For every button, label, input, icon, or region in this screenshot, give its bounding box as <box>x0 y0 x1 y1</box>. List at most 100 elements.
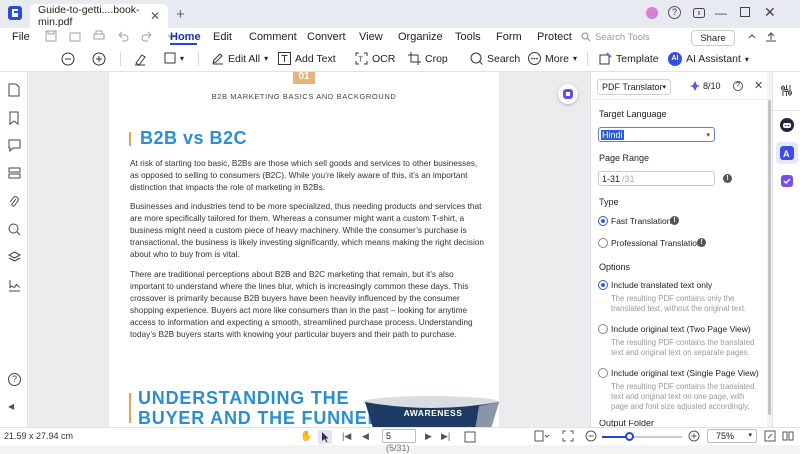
maximize-icon[interactable] <box>740 7 750 17</box>
checklist-icon[interactable] <box>780 174 794 188</box>
previous-page-icon[interactable]: ◀ <box>362 431 369 442</box>
full-screen-icon[interactable] <box>764 430 776 442</box>
page-number-input[interactable]: 5 (5/31) <box>382 429 416 453</box>
scrollbar-thumb[interactable] <box>768 100 771 415</box>
ai-assistant-button[interactable]: AI AI Assistant ▾ <box>668 52 749 66</box>
search-icon[interactable] <box>8 223 21 236</box>
section-heading-line-1: UNDERSTANDING THE <box>138 388 350 408</box>
properties-icon[interactable] <box>780 84 793 97</box>
menu-form[interactable]: Form <box>496 31 522 43</box>
option-description: The resulting PDF contains the translate… <box>611 338 755 357</box>
hand-tool-icon[interactable]: ✋ <box>300 431 312 442</box>
menu-protect[interactable]: Protect <box>537 31 572 43</box>
help-icon[interactable]: ? <box>733 81 743 91</box>
ai-robot-icon[interactable] <box>780 118 794 132</box>
help-icon[interactable]: ? <box>668 6 681 19</box>
signature-icon[interactable] <box>8 279 21 292</box>
search-icon <box>470 52 483 65</box>
last-page-icon[interactable]: ▶| <box>441 431 450 442</box>
fit-page-icon[interactable] <box>464 431 476 443</box>
option-two-page-label[interactable]: Include original text (Two Page View) <box>611 324 751 334</box>
zoom-slider[interactable] <box>602 432 682 441</box>
info-icon[interactable]: ! <box>697 238 706 247</box>
new-tab-icon[interactable]: + <box>176 6 185 23</box>
document-tab[interactable]: Guide-to-getti....book-min.pdf ✕ <box>30 4 168 28</box>
layers-icon[interactable] <box>8 251 21 264</box>
page-view-icon[interactable] <box>534 430 550 442</box>
zoom-level-select[interactable]: 75% ▾ <box>707 429 757 443</box>
search-label: Search <box>487 52 521 65</box>
zoom-out-icon[interactable] <box>61 52 75 66</box>
ocr-label: OCR <box>372 52 396 65</box>
avatar[interactable] <box>646 7 658 19</box>
menu-home[interactable]: Home <box>170 31 201 43</box>
add-text-button[interactable]: Add Text <box>278 52 336 65</box>
info-icon[interactable]: ! <box>723 174 732 183</box>
edit-all-button[interactable]: Edit All ▾ <box>211 52 268 65</box>
bookmark-icon[interactable] <box>8 111 20 125</box>
expand-icon[interactable] <box>746 30 758 42</box>
help-icon[interactable]: ? <box>8 373 21 386</box>
menu-view[interactable]: View <box>359 31 383 43</box>
more-button[interactable]: More ▾ <box>528 52 577 65</box>
fit-width-icon[interactable] <box>562 430 574 442</box>
compare-icon[interactable] <box>782 430 794 442</box>
option-single-page-radio[interactable] <box>598 368 608 378</box>
page-range-input[interactable]: 1-31 /31 <box>598 171 715 186</box>
pages-icon[interactable] <box>8 83 20 97</box>
collapse-sidebar-icon[interactable]: ◀ <box>8 402 14 411</box>
thumbnails-icon[interactable] <box>8 167 21 179</box>
option-translated-only-radio[interactable] <box>598 280 608 290</box>
menu-convert[interactable]: Convert <box>307 31 346 43</box>
fast-translation-radio[interactable] <box>598 216 608 226</box>
upload-icon[interactable] <box>764 30 778 44</box>
menu-file[interactable]: File <box>12 31 30 43</box>
target-language-select[interactable]: Hindi ▾ <box>598 127 715 142</box>
document-viewer[interactable]: 01 B2B MARKETING BASICS AND BACKGROUND B… <box>29 72 590 427</box>
undo-icon[interactable] <box>117 30 129 42</box>
search-button[interactable]: Search <box>470 52 520 65</box>
option-two-page-radio[interactable] <box>598 324 608 334</box>
ai-sparkle-icon <box>563 89 573 99</box>
comment-icon[interactable] <box>8 139 21 152</box>
zoom-out-icon[interactable] <box>585 430 597 442</box>
close-panel-icon[interactable]: ✕ <box>754 79 763 92</box>
tool-mode-select[interactable]: PDF Translator ▾ <box>597 79 671 95</box>
first-page-icon[interactable]: |◀ <box>342 431 351 442</box>
professional-translation-label[interactable]: Professional Translation <box>611 238 702 248</box>
next-page-icon[interactable]: ▶ <box>425 431 432 442</box>
template-button[interactable]: Template <box>599 52 659 65</box>
close-tab-icon[interactable]: ✕ <box>150 9 160 23</box>
attachment-icon[interactable] <box>8 195 20 209</box>
ai-floating-button[interactable] <box>558 84 578 104</box>
menu-organize[interactable]: Organize <box>398 31 443 43</box>
menu-tools[interactable]: Tools <box>455 31 481 43</box>
professional-translation-radio[interactable] <box>598 238 608 248</box>
select-tool-icon[interactable] <box>318 430 332 444</box>
redo-icon[interactable] <box>141 30 153 42</box>
translate-tool-active[interactable]: A <box>776 142 798 164</box>
save-icon[interactable] <box>45 30 57 42</box>
fast-translation-label[interactable]: Fast Translation <box>611 216 671 226</box>
menu-comment[interactable]: Comment <box>249 31 297 43</box>
edit-all-label: Edit All <box>228 52 261 65</box>
notification-icon[interactable] <box>692 6 706 20</box>
highlight-icon[interactable] <box>133 52 147 66</box>
ocr-button[interactable]: T OCR <box>355 52 395 65</box>
crop-button[interactable]: Crop <box>408 52 448 65</box>
print-icon[interactable] <box>93 30 105 42</box>
share-button[interactable]: Share <box>691 30 735 46</box>
option-translated-only-label[interactable]: Include translated text only <box>611 280 712 290</box>
option-single-page-label[interactable]: Include original text (Single Page View) <box>611 368 759 378</box>
info-icon[interactable]: ! <box>670 216 679 225</box>
search-tools-input[interactable]: Search Tools <box>581 30 683 44</box>
open-icon[interactable] <box>69 30 81 42</box>
zoom-slider-handle[interactable] <box>625 432 634 441</box>
shape-tool[interactable]: ▾ <box>164 52 184 64</box>
edit-pencil-icon <box>212 53 223 65</box>
minimize-icon[interactable]: — <box>715 6 727 20</box>
zoom-in-icon[interactable] <box>92 52 106 66</box>
zoom-in-icon[interactable] <box>688 430 700 442</box>
close-window-icon[interactable]: ✕ <box>764 4 776 21</box>
menu-edit[interactable]: Edit <box>213 31 232 43</box>
